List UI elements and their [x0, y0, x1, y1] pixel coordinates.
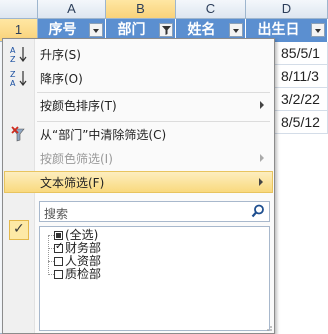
sort-by-color-label: 按颜色排序(T) [40, 99, 117, 113]
filter-dropdown-button[interactable] [89, 23, 103, 37]
column-header-b[interactable]: B [106, 0, 176, 19]
submenu-arrow-icon [260, 154, 264, 162]
filter-by-color-item[interactable]: 按颜色筛选(I) [4, 147, 273, 169]
cell-d5[interactable]: 8/5/12 [275, 111, 328, 134]
menu-separator [37, 92, 270, 93]
filter-by-color-label: 按颜色筛选(I) [40, 152, 113, 166]
search-placeholder: 搜索 [44, 207, 69, 221]
filter-dropdown-button[interactable] [229, 23, 243, 37]
sort-descending-item[interactable]: Z A 降序(O) [4, 67, 273, 89]
sort-ascending-item[interactable]: A Z 升序(S) [4, 43, 273, 65]
column-header-a[interactable]: A [38, 0, 106, 19]
sort-descending-icon: Z A [10, 70, 27, 87]
svg-text:Z: Z [10, 70, 16, 79]
svg-text:Z: Z [10, 55, 16, 63]
column-header-c[interactable]: C [176, 0, 246, 19]
menu-separator [37, 121, 270, 122]
select-all-checkbox[interactable] [54, 231, 63, 240]
sort-ascending-icon: A Z [10, 46, 27, 63]
clear-filter-item[interactable]: 从“部门”中清除筛选(C) [4, 123, 273, 145]
sort-by-color-item[interactable]: 按颜色排序(T) [4, 94, 273, 116]
checkbox-filter-icon: ✓ [9, 220, 29, 240]
submenu-arrow-icon [259, 178, 263, 186]
filter-dropdown-button[interactable] [311, 23, 325, 37]
search-icon[interactable] [251, 204, 265, 218]
item-checkbox-renzi[interactable] [54, 257, 63, 266]
sort-ascending-label: 升序(S) [40, 48, 81, 62]
item-checkbox-zhijian[interactable] [54, 270, 63, 279]
submenu-arrow-icon [260, 101, 264, 109]
autofilter-menu: A Z 升序(S) Z A 降序(O) 按颜色排序(T) 从“部门”中清除筛选(… [2, 38, 275, 334]
active-filter-button[interactable] [159, 23, 173, 37]
clear-filter-label: 从“部门”中清除筛选(C) [40, 128, 167, 142]
svg-text:A: A [10, 79, 16, 87]
filter-search-input[interactable]: 搜索 [39, 201, 270, 222]
text-filter-item[interactable]: 文本筛选(F) [4, 171, 273, 193]
item-checkbox-caiwu[interactable] [54, 241, 63, 253]
sort-descending-label: 降序(O) [40, 72, 83, 86]
item-label-zhijian: 质检部 [65, 267, 102, 281]
filter-icon [162, 26, 171, 35]
filter-value-list[interactable]: (全选) 财务部 人资部 质检部 [39, 226, 270, 331]
cell-d3[interactable]: 8/11/3 [275, 65, 328, 88]
select-all-corner[interactable] [0, 0, 38, 19]
cell-d4[interactable]: 3/2/22 [275, 88, 328, 111]
clear-filter-icon [11, 126, 25, 142]
cell-d2[interactable]: 85/5/1 [275, 42, 328, 65]
text-filter-label: 文本筛选(F) [40, 176, 105, 190]
svg-text:A: A [10, 46, 16, 55]
column-header-d[interactable]: D [246, 0, 328, 19]
tree-connector [48, 235, 49, 275]
resize-grip-icon[interactable] [263, 322, 273, 332]
